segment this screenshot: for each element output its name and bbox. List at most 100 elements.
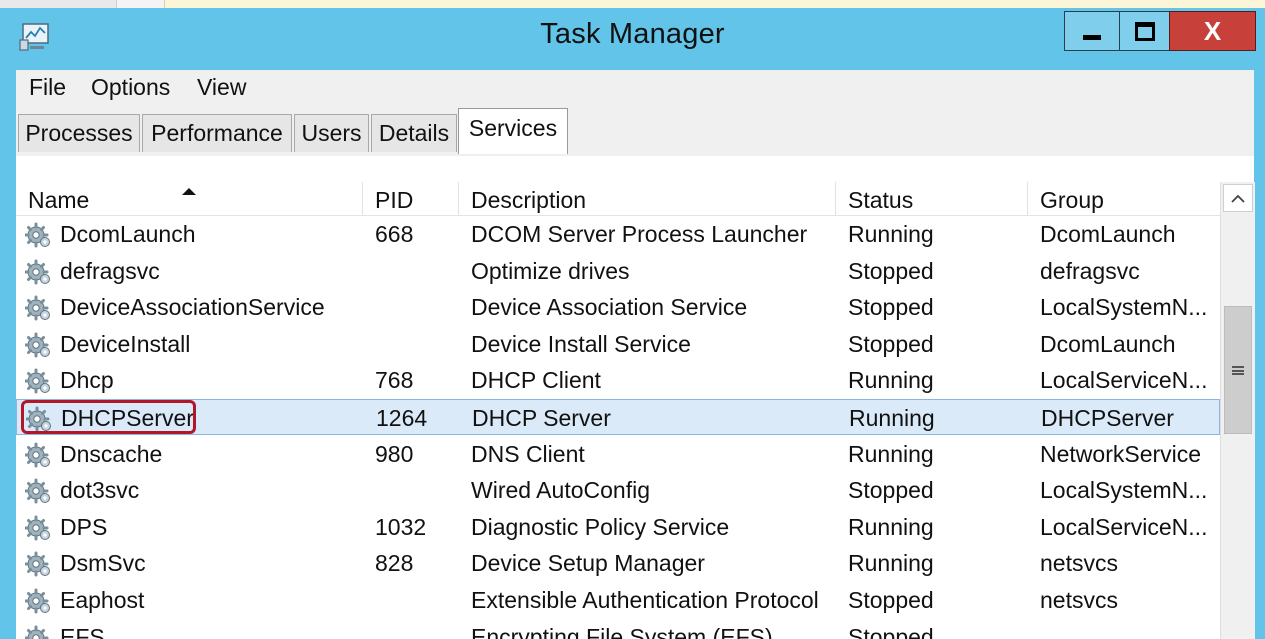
maximize-button[interactable] bbox=[1119, 11, 1170, 51]
gear-icon bbox=[25, 478, 50, 504]
gear-icon bbox=[25, 222, 50, 248]
cell-status: Stopped bbox=[848, 623, 934, 639]
cell-description: DNS Client bbox=[471, 440, 585, 467]
cell-description: DCOM Server Process Launcher bbox=[471, 221, 808, 247]
cell-description: Wired AutoConfig bbox=[471, 477, 650, 504]
tab-details[interactable]: Details bbox=[371, 114, 457, 152]
column-header-group[interactable]: Group bbox=[1028, 182, 1220, 215]
table-row[interactable]: DPS 1032 Diagnostic Policy Service Running L… bbox=[16, 509, 1220, 545]
table-row[interactable]: DcomLaunch 668 DCOM Server Process Launche… bbox=[16, 216, 1220, 252]
cell-pid: 1032 bbox=[375, 513, 427, 540]
cell-name: Dhcp bbox=[60, 367, 114, 394]
tab-strip: Processes Performance Users Details Serv… bbox=[16, 106, 1254, 191]
cell-status: Running bbox=[848, 367, 934, 394]
table-row[interactable]: DHCPServer 1264 DHCP Server Running DHCPServ… bbox=[16, 399, 1220, 435]
cell-description: DHCP Client bbox=[471, 367, 601, 394]
sort-ascending-icon bbox=[182, 188, 196, 195]
scroll-thumb[interactable] bbox=[1224, 306, 1252, 434]
cell-status: Running bbox=[848, 221, 934, 247]
gear-icon bbox=[25, 442, 50, 468]
gear-icon bbox=[25, 295, 50, 321]
cell-description: Device Install Service bbox=[471, 330, 691, 357]
cell-group: DcomLaunch bbox=[1040, 330, 1176, 357]
cell-description: DHCP Server bbox=[472, 405, 611, 431]
tab-label: Processes bbox=[25, 120, 133, 146]
cell-group: DcomLaunch bbox=[1040, 221, 1176, 247]
gear-icon bbox=[25, 588, 50, 614]
cell-status: Stopped bbox=[848, 294, 934, 321]
table-row[interactable]: defragsvc Optimize drives Stopped defragsvc bbox=[16, 253, 1220, 289]
tab-services[interactable]: Services bbox=[458, 108, 568, 154]
cell-group: LocalServiceN... bbox=[1040, 367, 1208, 394]
cell-name: defragsvc bbox=[60, 257, 160, 284]
tab-processes[interactable]: Processes bbox=[18, 114, 140, 152]
cell-status: Stopped bbox=[848, 257, 934, 284]
minimize-button[interactable] bbox=[1064, 11, 1120, 51]
background-strip-segment bbox=[116, 0, 165, 8]
services-table: Name PID Description Status Group DcomLa… bbox=[16, 182, 1220, 639]
cell-name: EFS bbox=[60, 623, 105, 639]
cell-status: Running bbox=[848, 440, 934, 467]
background-strip-segment bbox=[164, 0, 1265, 8]
grip-icon bbox=[1232, 365, 1244, 375]
client-area: File Options View Processes Performance … bbox=[16, 70, 1255, 639]
cell-group: LocalSystemN... bbox=[1040, 477, 1208, 504]
tab-users[interactable]: Users bbox=[294, 114, 369, 152]
table-row[interactable]: DeviceAssociationService Device Associati… bbox=[16, 289, 1220, 325]
cell-name: Eaphost bbox=[60, 587, 145, 613]
cell-description: Device Setup Manager bbox=[471, 550, 705, 577]
column-header-name[interactable]: Name bbox=[16, 182, 363, 215]
title-bar[interactable]: Task Manager X bbox=[0, 8, 1265, 66]
cell-name: DeviceInstall bbox=[60, 330, 191, 357]
cell-description: Optimize drives bbox=[471, 257, 630, 284]
scroll-up-button[interactable] bbox=[1223, 184, 1253, 212]
close-button[interactable]: X bbox=[1169, 11, 1256, 51]
gear-icon bbox=[25, 368, 50, 394]
cell-group: netsvcs bbox=[1040, 587, 1118, 613]
table-row[interactable]: DeviceInstall Device Install Service Stopp… bbox=[16, 326, 1220, 362]
gear-icon bbox=[25, 332, 50, 358]
cell-description: Diagnostic Policy Service bbox=[471, 513, 730, 540]
table-row[interactable]: DsmSvc 828 Device Setup Manager Running nets… bbox=[16, 545, 1220, 581]
services-panel: Name PID Description Status Group DcomLa… bbox=[16, 156, 1255, 639]
column-header-pid[interactable]: PID bbox=[363, 182, 459, 215]
cell-pid: 668 bbox=[375, 221, 414, 247]
column-header-label: Group bbox=[1040, 187, 1104, 213]
panel-spacer bbox=[16, 156, 1254, 183]
menu-view[interactable]: View bbox=[197, 74, 246, 101]
gear-icon bbox=[25, 625, 49, 639]
cell-pid: 768 bbox=[375, 367, 414, 394]
background-window-strip bbox=[0, 0, 1265, 8]
cell-pid: 1264 bbox=[376, 405, 428, 431]
cell-description: Extensible Authentication Protocol bbox=[471, 587, 819, 613]
maximize-icon bbox=[1134, 21, 1155, 41]
vertical-scrollbar[interactable] bbox=[1220, 182, 1255, 639]
gear-icon bbox=[25, 551, 50, 577]
cell-group: LocalServiceN... bbox=[1040, 513, 1208, 540]
gear-icon bbox=[25, 515, 50, 541]
column-header-status[interactable]: Status bbox=[836, 182, 1028, 215]
table-row[interactable]: EFS Encrypting File System (EFS) Stopped bbox=[16, 619, 1220, 639]
column-header-label: PID bbox=[375, 187, 414, 213]
table-row[interactable]: dot3svc Wired AutoConfig Stopped LocalSyste… bbox=[16, 472, 1220, 508]
column-header-label: Description bbox=[471, 187, 587, 213]
cell-status: Running bbox=[848, 550, 934, 577]
table-row[interactable]: Dnscache 980 DNS Client Running NetworkServi… bbox=[16, 436, 1220, 472]
tab-label: Performance bbox=[151, 120, 283, 146]
cell-status: Stopped bbox=[848, 587, 934, 613]
tab-performance[interactable]: Performance bbox=[142, 114, 292, 152]
cell-status: Running bbox=[848, 513, 934, 540]
table-row[interactable]: Eaphost Extensible Authentication Protoco… bbox=[16, 582, 1220, 618]
cell-name: DsmSvc bbox=[60, 550, 146, 577]
cell-status: Running bbox=[849, 405, 935, 431]
cell-group: DHCPServer bbox=[1041, 405, 1174, 431]
menu-options[interactable]: Options bbox=[91, 74, 170, 101]
column-header-description[interactable]: Description bbox=[459, 182, 836, 215]
table-header: Name PID Description Status Group bbox=[16, 182, 1220, 216]
column-header-label: Name bbox=[28, 187, 90, 213]
cell-name: DeviceAssociationService bbox=[60, 294, 325, 321]
annotation-highlight-box bbox=[21, 400, 196, 434]
table-row[interactable]: Dhcp 768 DHCP Client Running LocalServiceN..… bbox=[16, 362, 1220, 398]
menu-bar: File Options View bbox=[16, 70, 1254, 106]
menu-file[interactable]: File bbox=[29, 74, 66, 101]
